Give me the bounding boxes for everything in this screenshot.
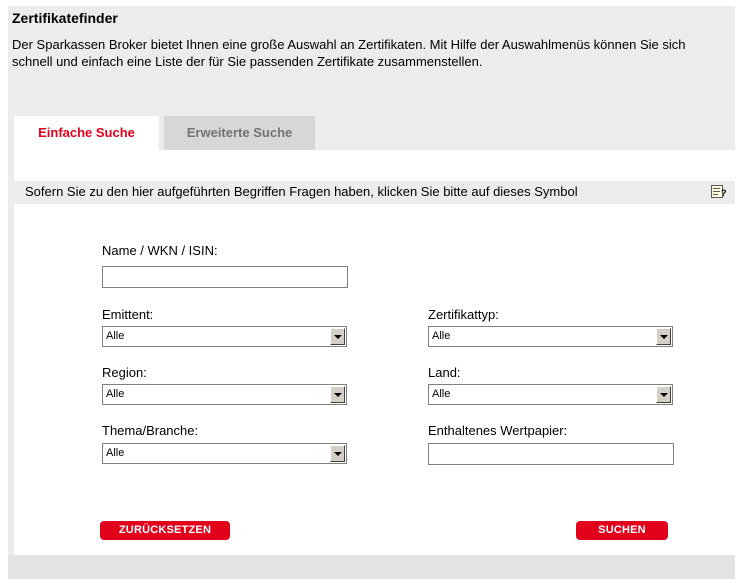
- emittent-selected-value: Alle: [106, 330, 125, 342]
- svg-text:?: ?: [721, 188, 727, 198]
- tab-simple-search[interactable]: Einfache Suche: [14, 116, 159, 150]
- zertifikatefinder-frame: Zertifikatefinder Der Sparkassen Broker …: [8, 6, 735, 579]
- zertifikattyp-select[interactable]: Alle: [428, 326, 673, 347]
- chevron-down-icon[interactable]: [330, 386, 345, 403]
- enthaltenes-wertpapier-input[interactable]: [428, 443, 674, 465]
- help-info-bar: Sofern Sie zu den hier aufgeführten Begr…: [14, 181, 735, 204]
- chevron-down-icon[interactable]: [656, 386, 671, 403]
- zertifikattyp-selected-value: Alle: [432, 330, 451, 342]
- thema-branche-select[interactable]: Alle: [102, 443, 347, 464]
- thema-branche-selected-value: Alle: [106, 447, 125, 459]
- land-label: Land:: [428, 365, 461, 380]
- chevron-down-icon[interactable]: [656, 328, 671, 345]
- help-info-text: Sofern Sie zu den hier aufgeführten Begr…: [25, 184, 578, 199]
- name-wkn-isin-input[interactable]: [102, 266, 348, 288]
- chevron-down-icon[interactable]: [330, 328, 345, 345]
- chevron-down-icon[interactable]: [330, 445, 345, 462]
- zertifikattyp-label: Zertifikattyp:: [428, 307, 499, 322]
- thema-branche-label: Thema/Branche:: [102, 423, 199, 438]
- region-select[interactable]: Alle: [102, 384, 347, 405]
- land-selected-value: Alle: [432, 388, 451, 400]
- intro-text: Der Sparkassen Broker bietet Ihnen eine …: [12, 37, 686, 69]
- reset-button[interactable]: ZURÜCKSETZEN: [100, 521, 230, 540]
- tab-advanced-search[interactable]: Erweiterte Suche: [164, 116, 315, 150]
- land-select[interactable]: Alle: [428, 384, 673, 405]
- emittent-select[interactable]: Alle: [102, 326, 347, 347]
- search-button[interactable]: SUCHEN: [576, 521, 668, 540]
- footer-strip: [8, 555, 735, 579]
- name-wkn-isin-label: Name / WKN / ISIN:: [102, 243, 218, 258]
- region-label: Region:: [102, 365, 147, 380]
- region-selected-value: Alle: [106, 388, 125, 400]
- emittent-label: Emittent:: [102, 307, 154, 322]
- enthaltenes-wertpapier-label: Enthaltenes Wertpapier:: [428, 423, 568, 438]
- page-title: Zertifikatefinder: [12, 10, 118, 26]
- help-glossary-icon[interactable]: ?: [711, 185, 728, 198]
- search-tabs: Einfache Suche Erweiterte Suche: [14, 116, 735, 150]
- search-panel: Sofern Sie zu den hier aufgeführten Begr…: [14, 150, 735, 555]
